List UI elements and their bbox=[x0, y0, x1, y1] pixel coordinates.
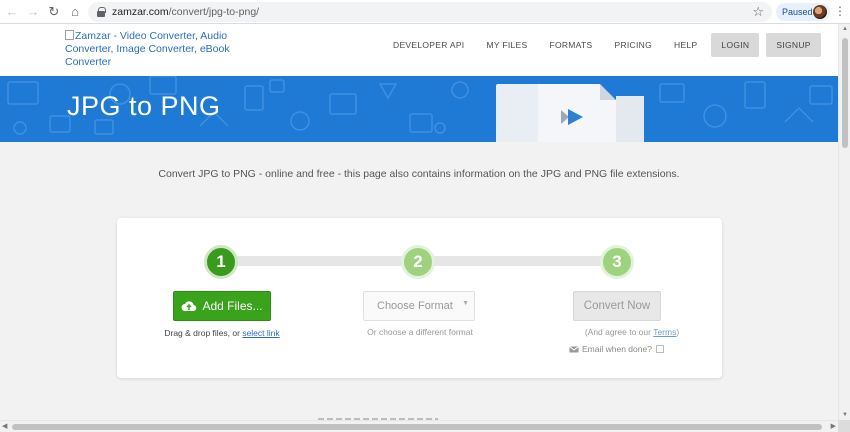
scroll-right-icon[interactable]: ▶ bbox=[831, 422, 836, 430]
profile-button[interactable]: Paused bbox=[776, 3, 830, 21]
vertical-scroll-thumb[interactable] bbox=[842, 38, 848, 148]
terms-link[interactable]: Terms bbox=[653, 327, 676, 337]
login-button[interactable]: LOGIN bbox=[711, 33, 760, 57]
scroll-up-icon[interactable]: ▲ bbox=[842, 26, 848, 32]
nav-formats[interactable]: FORMATS bbox=[549, 33, 592, 57]
site-header: Zamzar - Video Converter, Audio Converte… bbox=[0, 24, 838, 76]
bookmark-star-icon[interactable]: ☆ bbox=[752, 4, 764, 20]
email-label: Email when done? bbox=[582, 344, 652, 354]
address-bar[interactable]: zamzar.com/convert/jpg-to-png/ ☆ bbox=[88, 2, 772, 22]
nav-developer-api[interactable]: DEVELOPER API bbox=[393, 33, 464, 57]
format-select-value: Choose Format bbox=[377, 300, 453, 312]
url-text: zamzar.com/convert/jpg-to-png/ bbox=[112, 6, 259, 18]
home-icon[interactable]: ⌂ bbox=[66, 3, 84, 21]
page-title: JPG to PNG bbox=[67, 91, 221, 121]
add-files-button[interactable]: Add Files... bbox=[173, 291, 271, 321]
cloud-upload-icon bbox=[181, 301, 197, 312]
chevron-down-icon: ▼ bbox=[462, 300, 469, 307]
browser-menu-icon[interactable]: ⋮ bbox=[834, 4, 846, 18]
convert-now-button[interactable]: Convert Now bbox=[573, 291, 661, 321]
nav-my-files[interactable]: MY FILES bbox=[486, 33, 527, 57]
url-path: /convert/jpg-to-png/ bbox=[168, 6, 260, 18]
play-icon bbox=[561, 109, 583, 125]
broken-image-icon bbox=[65, 30, 74, 40]
converter-card: 1 2 3 Add Files... Drag & drop files, or… bbox=[117, 218, 722, 378]
scrollbar-corner bbox=[838, 420, 850, 432]
drag-drop-text: Drag & drop files, or bbox=[164, 328, 243, 338]
scroll-left-icon[interactable]: ◀ bbox=[2, 422, 7, 430]
browser-toolbar: ← → ↻ ⌂ zamzar.com/convert/jpg-to-png/ ☆… bbox=[0, 0, 850, 24]
signup-button[interactable]: SIGNUP bbox=[766, 33, 821, 57]
profile-status: Paused bbox=[782, 7, 813, 17]
step-1-badge: 1 bbox=[204, 245, 238, 279]
scroll-down-icon[interactable]: ▼ bbox=[842, 412, 848, 418]
nav-help[interactable]: HELP bbox=[674, 33, 697, 57]
terms-hint: (And agree to our Terms) bbox=[547, 327, 717, 337]
avatar bbox=[813, 5, 827, 19]
hero-banner: JPG to PNG bbox=[0, 76, 838, 142]
email-when-done-row: Email when done? bbox=[569, 344, 664, 354]
reload-icon[interactable]: ↻ bbox=[45, 3, 63, 21]
add-files-label: Add Files... bbox=[202, 299, 263, 313]
drag-drop-hint: Drag & drop files, or select link bbox=[137, 328, 307, 338]
email-checkbox[interactable] bbox=[655, 345, 664, 353]
choose-format-hint: Or choose a different format bbox=[367, 327, 473, 337]
top-nav: DEVELOPER API MY FILES FORMATS PRICING H… bbox=[393, 33, 828, 57]
step-3-badge: 3 bbox=[600, 245, 634, 279]
intro-text: Convert JPG to PNG - online and free - t… bbox=[158, 168, 680, 180]
back-icon[interactable]: ← bbox=[3, 3, 21, 21]
select-link[interactable]: select link bbox=[242, 328, 279, 338]
nav-pricing[interactable]: PRICING bbox=[614, 33, 652, 57]
url-host: zamzar.com bbox=[112, 6, 169, 18]
format-select[interactable]: Choose Format ▼ bbox=[363, 291, 475, 321]
step-2-badge: 2 bbox=[401, 245, 435, 279]
envelope-icon bbox=[569, 345, 579, 352]
logo-link[interactable]: Zamzar - Video Converter, Audio Converte… bbox=[65, 30, 230, 69]
forward-icon[interactable]: → bbox=[24, 3, 42, 21]
horizontal-scrollbar[interactable]: ◀ ▶ bbox=[0, 420, 838, 432]
terms-prefix: (And agree to our bbox=[584, 327, 654, 337]
terms-suffix: ) bbox=[676, 327, 680, 337]
vertical-scrollbar[interactable]: ▲ ▼ bbox=[838, 24, 850, 420]
horizontal-scroll-thumb[interactable] bbox=[12, 424, 822, 430]
lock-icon bbox=[96, 7, 106, 17]
logo-alt-text: Zamzar - Video Converter, Audio Converte… bbox=[65, 30, 230, 68]
